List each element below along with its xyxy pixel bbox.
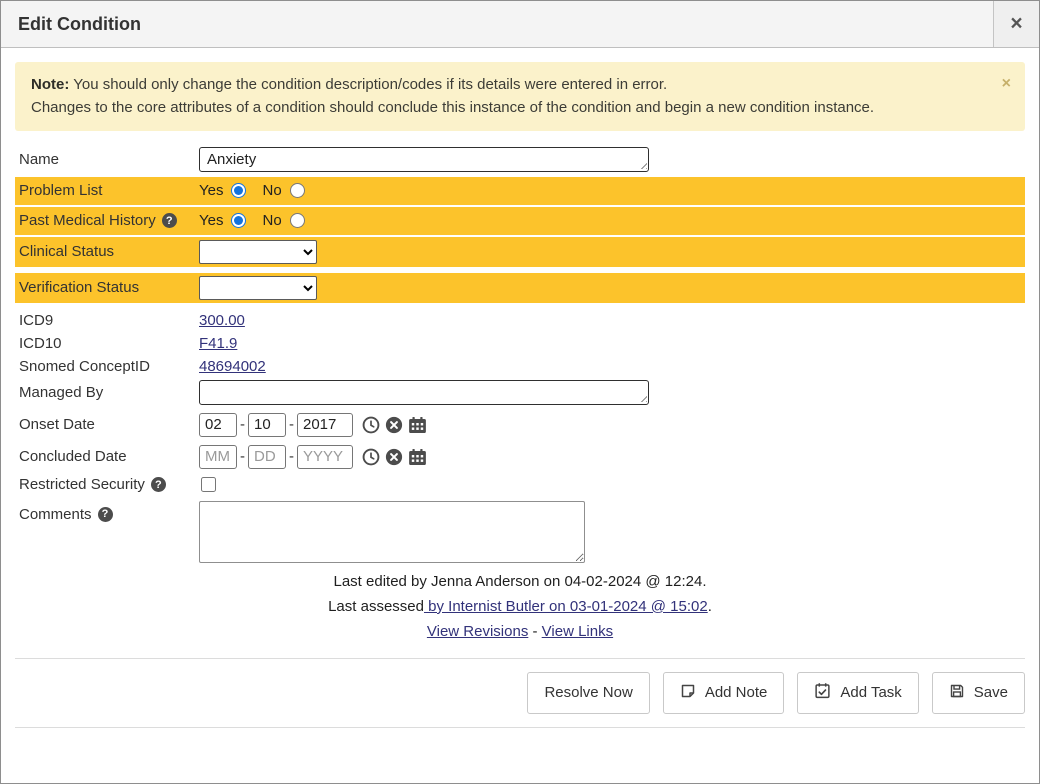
save-icon — [949, 683, 965, 704]
restricted-security-checkbox[interactable] — [201, 477, 216, 492]
modal-header: Edit Condition × — [1, 1, 1039, 48]
field-row-concluded-date: Concluded Date - - — [15, 442, 1025, 472]
view-revisions-link[interactable]: View Revisions — [427, 623, 528, 640]
concluded-date-clock-icon[interactable] — [362, 448, 380, 466]
icd10-link[interactable]: F41.9 — [199, 335, 237, 352]
comments-label: Comments ? — [15, 501, 199, 523]
note-dismiss-icon[interactable]: × — [990, 76, 1011, 92]
managed-by-label: Managed By — [15, 384, 199, 401]
onset-date-calendar-icon[interactable] — [408, 416, 427, 434]
past-medical-history-label: Past Medical History ? — [15, 212, 199, 229]
name-label: Name — [15, 151, 199, 168]
note-banner: Note: You should only change the conditi… — [15, 62, 1025, 131]
icd9-link[interactable]: 300.00 — [199, 312, 245, 329]
concluded-date-label: Concluded Date — [15, 448, 199, 465]
modal-body: Note: You should only change the conditi… — [1, 48, 1039, 783]
view-links-link[interactable]: View Links — [542, 623, 613, 640]
note-line-1: Note: You should only change the conditi… — [31, 73, 874, 96]
note-icon — [680, 683, 696, 704]
concluded-date-day-input[interactable] — [248, 445, 286, 469]
field-row-problem-list: Problem List Yes No — [15, 177, 1025, 205]
footer-buttons: Resolve Now Add Note Add Task Save — [15, 659, 1025, 727]
past-medical-history-help-icon[interactable]: ? — [162, 213, 177, 228]
save-button[interactable]: Save — [932, 672, 1025, 714]
field-row-name: Name — [15, 145, 1025, 175]
concluded-date-year-input[interactable] — [297, 445, 353, 469]
comments-textarea[interactable] — [199, 501, 585, 563]
field-row-snomed: Snomed ConceptID 48694002 — [15, 355, 1025, 378]
task-icon — [814, 682, 831, 704]
concluded-date-calendar-icon[interactable] — [408, 448, 427, 466]
icd10-label: ICD10 — [15, 335, 199, 352]
clinical-status-label: Clinical Status — [15, 243, 199, 260]
comments-help-icon[interactable]: ? — [98, 507, 113, 522]
revision-links: View Revisions - View Links — [15, 620, 1025, 643]
onset-date-clock-icon[interactable] — [362, 416, 380, 434]
name-input-wrap — [199, 147, 649, 172]
note-text: Note: You should only change the conditi… — [31, 73, 874, 120]
problem-list-no-label: No — [262, 182, 281, 199]
add-task-button[interactable]: Add Task — [797, 672, 918, 714]
name-input[interactable] — [199, 147, 649, 172]
links-separator: - — [528, 623, 541, 640]
close-icon: × — [1010, 12, 1022, 35]
field-row-restricted-security: Restricted Security ? — [15, 472, 1025, 498]
verification-status-label: Verification Status — [15, 279, 199, 296]
managed-by-input-wrap — [199, 380, 649, 405]
onset-date-year-input[interactable] — [297, 413, 353, 437]
close-button[interactable]: × — [993, 1, 1039, 47]
icd9-label: ICD9 — [15, 312, 199, 329]
snomed-label: Snomed ConceptID — [15, 358, 199, 375]
field-row-onset-date: Onset Date - - — [15, 410, 1025, 440]
field-row-managed-by: Managed By — [15, 378, 1025, 408]
edit-condition-modal: Edit Condition × Note: You should only c… — [0, 0, 1040, 784]
concluded-date-month-input[interactable] — [199, 445, 237, 469]
restricted-security-label: Restricted Security ? — [15, 476, 199, 493]
field-row-icd9: ICD9 300.00 — [15, 309, 1025, 332]
last-assessed-text: Last assessed by Internist Butler on 03-… — [15, 595, 1025, 618]
note-prefix: Note: — [31, 76, 69, 93]
onset-date-clear-icon[interactable] — [385, 416, 403, 434]
onset-date-label: Onset Date — [15, 416, 199, 433]
meta-block: Last edited by Jenna Anderson on 04-02-2… — [15, 570, 1025, 644]
field-row-verification-status: Verification Status — [15, 273, 1025, 303]
onset-date-month-input[interactable] — [199, 413, 237, 437]
resolve-now-button[interactable]: Resolve Now — [527, 672, 649, 714]
snomed-link[interactable]: 48694002 — [199, 358, 266, 375]
problem-list-yes-label: Yes — [199, 182, 223, 199]
clinical-status-select[interactable] — [199, 240, 317, 264]
modal-title: Edit Condition — [1, 1, 993, 47]
past-medical-history-no-label: No — [262, 212, 281, 229]
managed-by-input[interactable] — [199, 380, 649, 405]
field-row-comments: Comments ? — [15, 501, 1025, 563]
field-row-clinical-status: Clinical Status — [15, 237, 1025, 267]
footer-divider-bottom — [15, 727, 1025, 728]
restricted-security-help-icon[interactable]: ? — [151, 477, 166, 492]
problem-list-yes-radio[interactable] — [231, 183, 246, 198]
field-row-icd10: ICD10 F41.9 — [15, 332, 1025, 355]
past-medical-history-yes-label: Yes — [199, 212, 223, 229]
concluded-date-clear-icon[interactable] — [385, 448, 403, 466]
last-edited-text: Last edited by Jenna Anderson on 04-02-2… — [15, 570, 1025, 593]
onset-date-day-input[interactable] — [248, 413, 286, 437]
add-note-button[interactable]: Add Note — [663, 672, 785, 714]
last-assessed-link[interactable]: by Internist Butler on 03-01-2024 @ 15:0… — [424, 598, 708, 615]
problem-list-label: Problem List — [15, 182, 199, 199]
verification-status-select[interactable] — [199, 276, 317, 300]
field-row-past-medical-history: Past Medical History ? Yes No — [15, 207, 1025, 235]
note-line-2: Changes to the core attributes of a cond… — [31, 96, 874, 119]
past-medical-history-no-radio[interactable] — [290, 213, 305, 228]
problem-list-no-radio[interactable] — [290, 183, 305, 198]
past-medical-history-yes-radio[interactable] — [231, 213, 246, 228]
